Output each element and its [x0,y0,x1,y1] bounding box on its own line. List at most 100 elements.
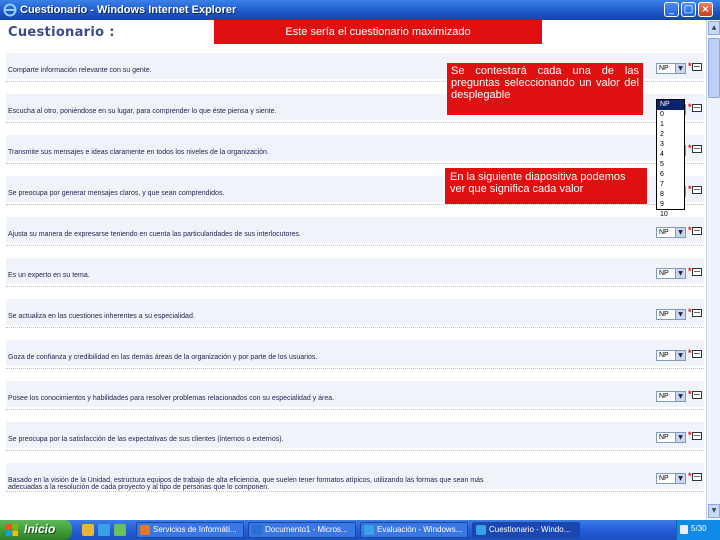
taskbar-button[interactable]: Servicios de Informáti... [136,522,244,538]
required-asterisk: * [688,266,692,276]
chevron-down-icon[interactable]: ▼ [675,351,685,360]
score-select[interactable]: NP ▼ [656,350,686,361]
start-button[interactable]: Inicio [0,520,72,540]
comment-icon[interactable] [692,63,702,71]
score-select-value: NP [659,229,669,236]
question-text: Posee los conocimientos y habilidades pa… [8,395,335,402]
score-dropdown-list[interactable]: NP 0 1 2 3 4 5 6 7 8 9 10 [656,99,685,218]
dropdown-option[interactable]: 7 [657,180,684,190]
window-title-bar: Cuestionario - Windows Internet Explorer… [0,0,720,20]
required-asterisk: * [688,389,692,399]
comment-icon[interactable] [692,350,702,358]
row-background [6,422,704,448]
minimize-button[interactable]: _ [664,2,679,17]
question-row: Se actualiza en las cuestiones inherente… [6,299,704,335]
callout-dropdown-instructions: Se contestará cada una de las preguntas … [447,63,643,115]
question-row: Transmite sus mensajes e ideas clarament… [6,135,704,171]
quick-launch-ie-icon[interactable] [98,524,110,536]
dropdown-option[interactable]: 10 [657,210,684,220]
dropdown-option[interactable]: 6 [657,170,684,180]
dropdown-option[interactable]: NP [657,100,684,110]
chevron-down-icon[interactable]: ▼ [675,269,685,278]
vertical-scrollbar[interactable]: ▲ ▼ [706,20,720,520]
taskbar-button[interactable]: Documento1 - Micros... [248,522,356,538]
taskbar: Inicio Servicios de Informáti... Document… [0,520,720,540]
question-text: Goza de confianza y credibilidad en las … [8,354,318,361]
row-background [6,217,704,243]
chevron-down-icon[interactable]: ▼ [675,310,685,319]
dropdown-option[interactable]: 2 [657,130,684,140]
row-divider [6,163,704,164]
tray-icon[interactable] [680,525,688,534]
row-background [6,258,704,284]
comment-icon[interactable] [692,186,702,194]
taskbar-button[interactable]: Evaluación - Windows... [360,522,468,538]
question-text: Comparte información relevante con su ge… [8,67,152,74]
maximize-button[interactable]: □ [681,2,696,17]
score-select-value: NP [659,475,669,482]
quick-launch-app-icon[interactable] [114,524,126,536]
comment-icon[interactable] [692,432,702,440]
question-text: Es un experto en su tema. [8,272,90,279]
question-row: Se preocupa por la satisfacción de las e… [6,422,704,458]
dropdown-option[interactable]: 4 [657,150,684,160]
dropdown-option[interactable]: 3 [657,140,684,150]
score-select[interactable]: NP ▼ [656,432,686,443]
comment-icon[interactable] [692,268,702,276]
chevron-down-icon[interactable]: ▼ [675,228,685,237]
task-app-icon [364,525,374,535]
row-divider [6,450,704,451]
dropdown-option[interactable]: 5 [657,160,684,170]
chevron-down-icon[interactable]: ▼ [675,64,685,73]
chevron-down-icon[interactable]: ▼ [675,433,685,442]
question-text: Se preocupa por generar mensajes claros,… [8,190,225,197]
score-select[interactable]: NP ▼ [656,227,686,238]
taskbar-button-label: Documento1 - Micros... [265,525,348,534]
close-button[interactable]: × [698,2,713,17]
row-divider [6,368,704,369]
comment-icon[interactable] [692,473,702,481]
dropdown-option[interactable]: 0 [657,110,684,120]
score-select[interactable]: NP ▼ [656,268,686,279]
callout-maximized-note: Este sería el cuestionario maximizado [214,20,542,44]
score-select-value: NP [659,65,669,72]
question-text: Se actualiza en las cuestiones inherente… [8,313,195,320]
question-row: Posee los conocimientos y habilidades pa… [6,381,704,417]
required-asterisk: * [688,61,692,71]
dropdown-option[interactable]: 9 [657,200,684,210]
taskbar-button[interactable]: Cuestionario - Windo... [472,522,580,538]
row-background [6,299,704,325]
score-select[interactable]: NP ▼ [656,63,686,74]
page-title: Cuestionario : [8,25,115,40]
dropdown-option[interactable]: 1 [657,120,684,130]
chevron-down-icon[interactable]: ▼ [675,474,685,483]
comment-icon[interactable] [692,145,702,153]
score-select-value: NP [659,434,669,441]
question-row: Basado en la visión de la Unidad, estruc… [6,463,704,499]
question-row: Goza de confianza y credibilidad en las … [6,340,704,376]
required-asterisk: * [688,225,692,235]
quick-launch-desktop-icon[interactable] [82,524,94,536]
chevron-down-icon[interactable]: ▼ [675,392,685,401]
scroll-down-button[interactable]: ▼ [708,504,720,518]
row-divider [6,286,704,287]
comment-icon[interactable] [692,227,702,235]
taskbar-button-label: Evaluación - Windows... [377,525,463,534]
taskbar-button-label: Servicios de Informáti... [153,525,237,534]
question-text: Se preocupa por la satisfacción de las e… [8,436,284,443]
row-divider [6,122,704,123]
comment-icon[interactable] [692,309,702,317]
task-app-icon [140,525,150,535]
scroll-thumb[interactable] [708,38,720,98]
dropdown-option[interactable]: 8 [657,190,684,200]
question-text: Escucha al otro, poniéndose en su lugar,… [8,108,277,115]
comment-icon[interactable] [692,104,702,112]
score-select[interactable]: NP ▼ [656,391,686,402]
question-row: Es un experto en su tema. NP ▼ * [6,258,704,294]
score-select[interactable]: NP ▼ [656,309,686,320]
scroll-up-button[interactable]: ▲ [708,21,720,35]
row-background [6,340,704,366]
comment-icon[interactable] [692,391,702,399]
task-app-icon [476,525,486,535]
score-select[interactable]: NP ▼ [656,473,686,484]
